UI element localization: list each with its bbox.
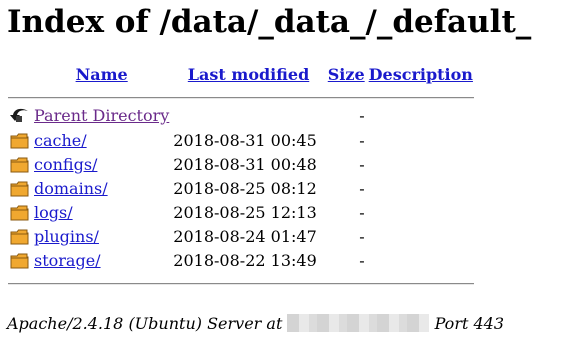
entry-modified: 2018-08-25 12:13 <box>173 203 317 222</box>
entry-size: - <box>359 131 365 150</box>
entry-modified: 2018-08-22 13:49 <box>173 251 317 270</box>
directory-entry-row: configs/2018-08-31 00:48 - <box>8 154 474 176</box>
back-arrow-icon <box>10 107 30 125</box>
directory-entry-row: cache/2018-08-31 00:45 - <box>8 130 474 152</box>
entry-link[interactable]: cache/ <box>34 131 87 150</box>
sort-by-name-link[interactable]: Name <box>76 65 128 84</box>
server-info: Apache/2.4.18 (Ubuntu) Server at <box>7 314 283 333</box>
folder-icon <box>10 205 29 221</box>
entry-size: - <box>359 203 365 222</box>
directory-listing: Name Last modified Size Description Pare… <box>6 62 476 290</box>
entry-size: - <box>359 155 365 174</box>
directory-entry-row: logs/2018-08-25 12:13 - <box>8 202 474 224</box>
entry-size: - <box>359 227 365 246</box>
sort-by-last-modified-link[interactable]: Last modified <box>188 65 309 84</box>
entry-modified: 2018-08-24 01:47 <box>173 227 317 246</box>
directory-entry-row: storage/2018-08-22 13:49 - <box>8 250 474 272</box>
parent-directory-row: Parent Directory - <box>8 104 474 128</box>
divider <box>8 88 474 102</box>
server-signature: Apache/2.4.18 (Ubuntu) Server at Port 44… <box>7 314 504 333</box>
entry-link[interactable]: configs/ <box>34 155 97 174</box>
sort-by-description-link[interactable]: Description <box>369 65 473 84</box>
folder-icon <box>10 181 29 197</box>
folder-icon <box>10 157 29 173</box>
entry-size: - <box>359 179 365 198</box>
directory-entry-row: plugins/2018-08-24 01:47 - <box>8 226 474 248</box>
entry-link[interactable]: domains/ <box>34 179 108 198</box>
sort-by-size-link[interactable]: Size <box>328 65 365 84</box>
folder-icon <box>10 133 29 149</box>
entry-modified: 2018-08-31 00:45 <box>173 131 317 150</box>
redacted-hostname <box>287 314 430 332</box>
folder-icon <box>10 253 29 269</box>
entry-modified: 2018-08-31 00:48 <box>173 155 317 174</box>
page-title: Index of /data/_data_/_default_ <box>7 4 532 40</box>
server-port: Port 443 <box>434 314 505 333</box>
entry-link[interactable]: plugins/ <box>34 227 99 246</box>
entry-link[interactable]: logs/ <box>34 203 73 222</box>
parent-directory-link[interactable]: Parent Directory <box>34 106 169 125</box>
entry-size: - <box>359 251 365 270</box>
directory-entry-row: domains/2018-08-25 08:12 - <box>8 178 474 200</box>
divider <box>8 274 474 288</box>
entry-link[interactable]: storage/ <box>34 251 101 270</box>
header-row: Name Last modified Size Description <box>8 64 474 86</box>
entry-size: - <box>359 106 365 125</box>
entry-modified: 2018-08-25 08:12 <box>173 179 317 198</box>
folder-icon <box>10 229 29 245</box>
